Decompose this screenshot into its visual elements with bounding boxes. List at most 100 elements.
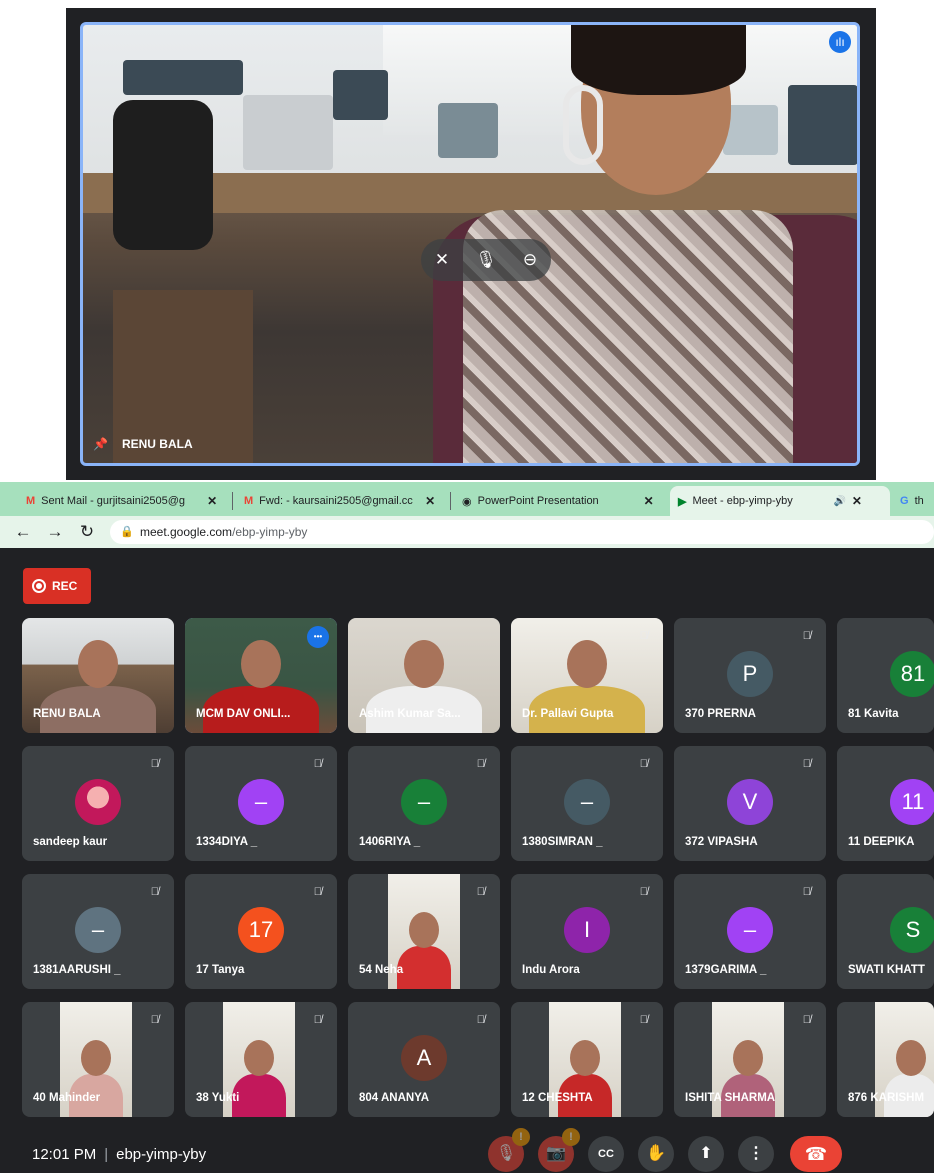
browser-tab-bar: M Sent Mail - gurjitsaini2505@g ✕ M Fwd:… (0, 482, 934, 516)
close-tab-icon[interactable]: ✕ (852, 494, 862, 508)
tab-sent-mail[interactable]: M Sent Mail - gurjitsaini2505@g ✕ (18, 486, 230, 516)
mic-icon[interactable]: 🎙 (471, 245, 501, 275)
speaker-video[interactable]: ✕ 🎙 ⊖ ılı 📌 RENU BALA (80, 22, 860, 466)
google-icon: G (900, 495, 909, 507)
participant-tile[interactable]: 🎙̸ ISHITA SHARMA (674, 1002, 826, 1117)
participant-name: 1406RIYA _ (359, 836, 421, 848)
participant-tile[interactable]: P 🎙̸ 370 PRERNA (674, 618, 826, 733)
address-bar-row: ← → ↻ meet.google.com/ebp-yimp-yby 🔒 (0, 516, 934, 548)
tab-powerpoint[interactable]: ◉ PowerPoint Presentation ✕ (454, 486, 666, 516)
back-icon[interactable]: ← (12, 521, 34, 543)
avatar: A (401, 1035, 447, 1081)
participant-name: 38 Yukti (196, 1092, 240, 1104)
captions-button[interactable]: CC (588, 1136, 624, 1172)
participant-tile[interactable]: 🎙̸ 12 CHESHTA (511, 1002, 663, 1117)
forward-icon[interactable]: → (44, 521, 66, 543)
meet-bottom-bar: 12:01 PM | ebp-yimp-yby 🎙 ! 📷 ! CC ✋ ⬆ ⋮ ☎ (0, 1128, 934, 1173)
recording-indicator[interactable]: REC (23, 568, 91, 604)
pin-icon[interactable]: 📌 (93, 437, 108, 451)
url-field[interactable]: meet.google.com/ebp-yimp-yby (110, 520, 934, 544)
participant-tile[interactable]: 11 11 DEEPIKA (837, 746, 934, 861)
globe-icon: ◉ (462, 495, 472, 508)
phone-hangup-icon: ☎ (804, 1144, 828, 1164)
participant-tile[interactable]: 17 🎙̸ 17 Tanya (185, 874, 337, 989)
participant-tile[interactable]: – 🎙̸ 1406RIYA _ (348, 746, 500, 861)
mic-off-button[interactable]: 🎙 ! (488, 1128, 530, 1172)
participant-name: 804 ANANYA (359, 1092, 430, 1104)
close-tab-icon[interactable]: ✕ (644, 494, 654, 508)
participant-tile[interactable]: I 🎙̸ Indu Arora (511, 874, 663, 989)
more-options-icon[interactable]: ••• (307, 626, 329, 648)
tab-fwd-mail[interactable]: M Fwd: - kaursaini2505@gmail.cc ✕ (236, 486, 448, 516)
participant-name: ISHITA SHARMA (685, 1092, 776, 1104)
participant-name: 81 Kavita (848, 708, 899, 720)
mic-muted-icon: 🎙̸ (150, 886, 159, 898)
mic-muted-icon: 🎙̸ (639, 758, 648, 770)
avatar: – (564, 779, 610, 825)
tab-google[interactable]: G th (892, 486, 934, 516)
close-tab-icon[interactable]: ✕ (207, 494, 217, 508)
avatar: – (727, 907, 773, 953)
pin-off-icon[interactable]: ✕ (427, 245, 457, 275)
meet-window: REC RENU BALA ••• MCM DAV ONLI... Ashim Kum… (0, 548, 934, 1173)
participant-tile[interactable]: 🎙̸ Dr. Pallavi Gupta (511, 618, 663, 733)
headphones (563, 85, 603, 165)
warning-badge: ! (512, 1128, 530, 1146)
meeting-code: ebp-yimp-yby (116, 1146, 207, 1163)
mic-muted-icon: 🎙̸ (476, 886, 485, 898)
participant-tile[interactable]: 🎙̸ 40 Mahinder (22, 1002, 174, 1117)
participant-name: 12 CHESHTA (522, 1092, 593, 1104)
participant-tile[interactable]: ••• MCM DAV ONLI... (185, 618, 337, 733)
speaker-panel: ✕ 🎙 ⊖ ılı 📌 RENU BALA (66, 8, 876, 480)
participant-name: Indu Arora (522, 964, 580, 976)
captions-icon: CC (598, 1148, 614, 1160)
present-button[interactable]: ⬆ (688, 1136, 724, 1172)
mic-muted-icon: 🎙̸ (313, 1014, 322, 1026)
remove-icon[interactable]: ⊖ (515, 245, 545, 275)
participant-tile[interactable]: S SWATI KHATT (837, 874, 934, 989)
participant-tile[interactable]: – 🎙̸ 1379GARIMA _ (674, 874, 826, 989)
meet-icon: ▶ (678, 495, 687, 508)
mic-off-icon: 🎙 (495, 1145, 517, 1162)
participant-tile[interactable]: – 🎙̸ 1380SIMRAN _ (511, 746, 663, 861)
participant-tile[interactable]: Ashim Kumar Sa... (348, 618, 500, 733)
audio-playing-icon[interactable]: 🔊 (833, 496, 845, 507)
meeting-info: 12:01 PM | ebp-yimp-yby (32, 1146, 207, 1163)
participant-name: 1379GARIMA _ (685, 964, 767, 976)
avatar: V (727, 779, 773, 825)
lock-icon[interactable]: 🔒 (120, 520, 134, 544)
mic-muted-icon: 🎙̸ (802, 886, 811, 898)
participant-tile[interactable]: – 🎙̸ 1381AARUSHI _ (22, 874, 174, 989)
participant-name: SWATI KHATT (848, 964, 925, 976)
mic-muted-icon: 🎙̸ (802, 630, 811, 642)
avatar: P (727, 651, 773, 697)
raise-hand-button[interactable]: ✋ (638, 1136, 674, 1172)
mic-muted-icon: 🎙̸ (639, 886, 648, 898)
avatar: – (401, 779, 447, 825)
participant-name: 54 Neha (359, 964, 404, 976)
participant-tile[interactable]: – 🎙̸ 1334DIYA _ (185, 746, 337, 861)
present-icon: ⬆ (699, 1145, 713, 1162)
participant-name: 1381AARUSHI _ (33, 964, 121, 976)
participant-tile[interactable]: V 🎙̸ 372 VIPASHA (674, 746, 826, 861)
leave-call-button[interactable]: ☎ (790, 1136, 842, 1172)
participant-name: 40 Mahinder (33, 1092, 101, 1104)
avatar: – (238, 779, 284, 825)
gmail-icon: M (26, 495, 36, 507)
participant-tile[interactable]: A 🎙̸ 804 ANANYA (348, 1002, 500, 1117)
participant-tile[interactable]: 🎙̸ 54 Neha (348, 874, 500, 989)
participant-tile[interactable]: 81 81 Kavita (837, 618, 934, 733)
participant-tile[interactable]: 🎙̸ sandeep kaur (22, 746, 174, 861)
gmail-icon: M (244, 495, 254, 507)
tab-meet[interactable]: ▶ Meet - ebp-yimp-yby 🔊 ✕ (670, 486, 890, 516)
reload-icon[interactable]: ↻ (76, 521, 98, 543)
more-options-button[interactable]: ⋮ (738, 1136, 774, 1172)
avatar (75, 779, 121, 825)
camera-off-button[interactable]: 📷 ! (538, 1128, 580, 1172)
participant-name: MCM DAV ONLI... (196, 708, 291, 720)
close-tab-icon[interactable]: ✕ (425, 494, 435, 508)
participant-tile[interactable]: 876 KARISHM (837, 1002, 934, 1117)
participant-name: RENU BALA (33, 708, 101, 720)
participant-tile[interactable]: 🎙̸ 38 Yukti (185, 1002, 337, 1117)
participant-tile[interactable]: RENU BALA (22, 618, 174, 733)
